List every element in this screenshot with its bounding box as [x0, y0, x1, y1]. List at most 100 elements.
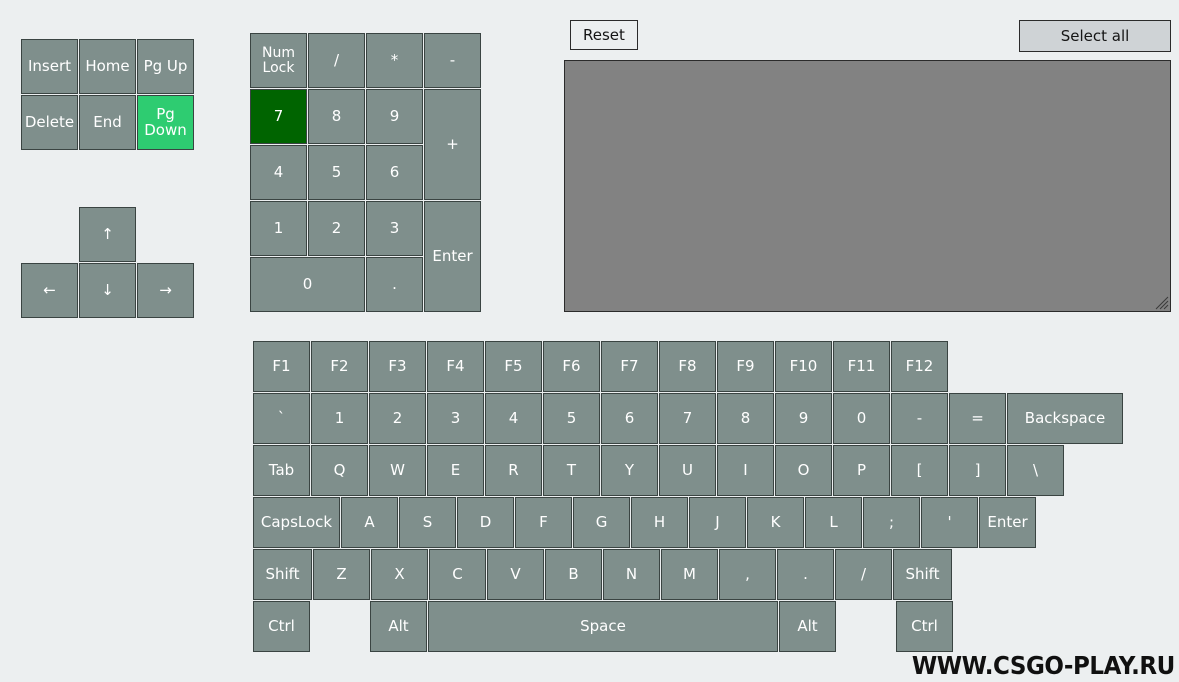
key-[interactable]: / — [835, 549, 892, 600]
key-6[interactable]: 6 — [601, 393, 658, 444]
key-t[interactable]: T — [543, 445, 600, 496]
key-[interactable]: ` — [253, 393, 310, 444]
key-tab[interactable]: Tab — [253, 445, 310, 496]
key-capslock[interactable]: CapsLock — [253, 497, 340, 548]
key-arrow-right[interactable]: → — [137, 263, 194, 318]
key-[interactable]: ' — [921, 497, 978, 548]
key-f6[interactable]: F6 — [543, 341, 600, 392]
key-arrow-up[interactable]: ↑ — [79, 207, 136, 262]
key-z[interactable]: Z — [313, 549, 370, 600]
numpad-key-8[interactable]: 8 — [308, 89, 365, 144]
nav-key-insert[interactable]: Insert — [21, 39, 78, 94]
key-f5[interactable]: F5 — [485, 341, 542, 392]
numpad-key-enter[interactable]: Enter — [424, 201, 481, 312]
key-[interactable]: , — [719, 549, 776, 600]
key-u[interactable]: U — [659, 445, 716, 496]
key-y[interactable]: Y — [601, 445, 658, 496]
key-f9[interactable]: F9 — [717, 341, 774, 392]
numpad-key-7[interactable]: 7 — [250, 89, 307, 144]
key-r[interactable]: R — [485, 445, 542, 496]
key-f3[interactable]: F3 — [369, 341, 426, 392]
key-[interactable]: . — [777, 549, 834, 600]
key-7[interactable]: 7 — [659, 393, 716, 444]
nav-key-pg-up[interactable]: Pg Up — [137, 39, 194, 94]
key-b[interactable]: B — [545, 549, 602, 600]
key-ctrl[interactable]: Ctrl — [896, 601, 953, 652]
key-o[interactable]: O — [775, 445, 832, 496]
key-v[interactable]: V — [487, 549, 544, 600]
key-ctrl[interactable]: Ctrl — [253, 601, 310, 652]
key-5[interactable]: 5 — [543, 393, 600, 444]
key-x[interactable]: X — [371, 549, 428, 600]
key-arrow-left[interactable]: ← — [21, 263, 78, 318]
key-f[interactable]: F — [515, 497, 572, 548]
key-c[interactable]: C — [429, 549, 486, 600]
numpad-key-numlock[interactable]: Num Lock — [250, 33, 307, 88]
numpad-key-multiply[interactable]: * — [366, 33, 423, 88]
key-[interactable]: - — [891, 393, 948, 444]
key-3[interactable]: 3 — [427, 393, 484, 444]
key-k[interactable]: K — [747, 497, 804, 548]
key-q[interactable]: Q — [311, 445, 368, 496]
key-n[interactable]: N — [603, 549, 660, 600]
key-w[interactable]: W — [369, 445, 426, 496]
key-a[interactable]: A — [341, 497, 398, 548]
key-l[interactable]: L — [805, 497, 862, 548]
key-2[interactable]: 2 — [369, 393, 426, 444]
numpad-key-9[interactable]: 9 — [366, 89, 423, 144]
key-9[interactable]: 9 — [775, 393, 832, 444]
key-d[interactable]: D — [457, 497, 514, 548]
key-arrow-down[interactable]: ↓ — [79, 263, 136, 318]
key-[interactable]: [ — [891, 445, 948, 496]
numpad-key-5[interactable]: 5 — [308, 145, 365, 200]
key-[interactable]: = — [949, 393, 1006, 444]
numpad-key-0[interactable]: 0 — [250, 257, 365, 312]
key-0[interactable]: 0 — [833, 393, 890, 444]
key-4[interactable]: 4 — [485, 393, 542, 444]
key-space[interactable]: Space — [428, 601, 778, 652]
key-f7[interactable]: F7 — [601, 341, 658, 392]
nav-key-delete[interactable]: Delete — [21, 95, 78, 150]
key-e[interactable]: E — [427, 445, 484, 496]
numpad-key-divide[interactable]: / — [308, 33, 365, 88]
key-enter[interactable]: Enter — [979, 497, 1036, 548]
key-p[interactable]: P — [833, 445, 890, 496]
key-f12[interactable]: F12 — [891, 341, 948, 392]
key-f2[interactable]: F2 — [311, 341, 368, 392]
key-backspace[interactable]: Backspace — [1007, 393, 1123, 444]
key-s[interactable]: S — [399, 497, 456, 548]
key-8[interactable]: 8 — [717, 393, 774, 444]
numpad-key-decimal[interactable]: . — [366, 257, 423, 312]
nav-key-pg-down[interactable]: Pg Down — [137, 95, 194, 150]
output-textarea[interactable] — [564, 60, 1171, 312]
key-m[interactable]: M — [661, 549, 718, 600]
nav-key-end[interactable]: End — [79, 95, 136, 150]
numpad-key-add[interactable]: + — [424, 89, 481, 200]
key-f8[interactable]: F8 — [659, 341, 716, 392]
key-f11[interactable]: F11 — [833, 341, 890, 392]
key-[interactable]: \ — [1007, 445, 1064, 496]
numpad-key-4[interactable]: 4 — [250, 145, 307, 200]
key-j[interactable]: J — [689, 497, 746, 548]
key-shift[interactable]: Shift — [893, 549, 952, 600]
nav-key-home[interactable]: Home — [79, 39, 136, 94]
key-i[interactable]: I — [717, 445, 774, 496]
key-f4[interactable]: F4 — [427, 341, 484, 392]
key-[interactable]: ] — [949, 445, 1006, 496]
numpad-key-6[interactable]: 6 — [366, 145, 423, 200]
key-1[interactable]: 1 — [311, 393, 368, 444]
key-alt[interactable]: Alt — [370, 601, 427, 652]
numpad-key-subtract[interactable]: - — [424, 33, 481, 88]
key-[interactable]: ; — [863, 497, 920, 548]
key-h[interactable]: H — [631, 497, 688, 548]
key-g[interactable]: G — [573, 497, 630, 548]
numpad-key-2[interactable]: 2 — [308, 201, 365, 256]
key-f1[interactable]: F1 — [253, 341, 310, 392]
numpad-key-1[interactable]: 1 — [250, 201, 307, 256]
key-alt[interactable]: Alt — [779, 601, 836, 652]
select-all-button[interactable]: Select all — [1019, 20, 1171, 52]
numpad-key-3[interactable]: 3 — [366, 201, 423, 256]
key-shift[interactable]: Shift — [253, 549, 312, 600]
key-f10[interactable]: F10 — [775, 341, 832, 392]
reset-button[interactable]: Reset — [570, 20, 638, 50]
